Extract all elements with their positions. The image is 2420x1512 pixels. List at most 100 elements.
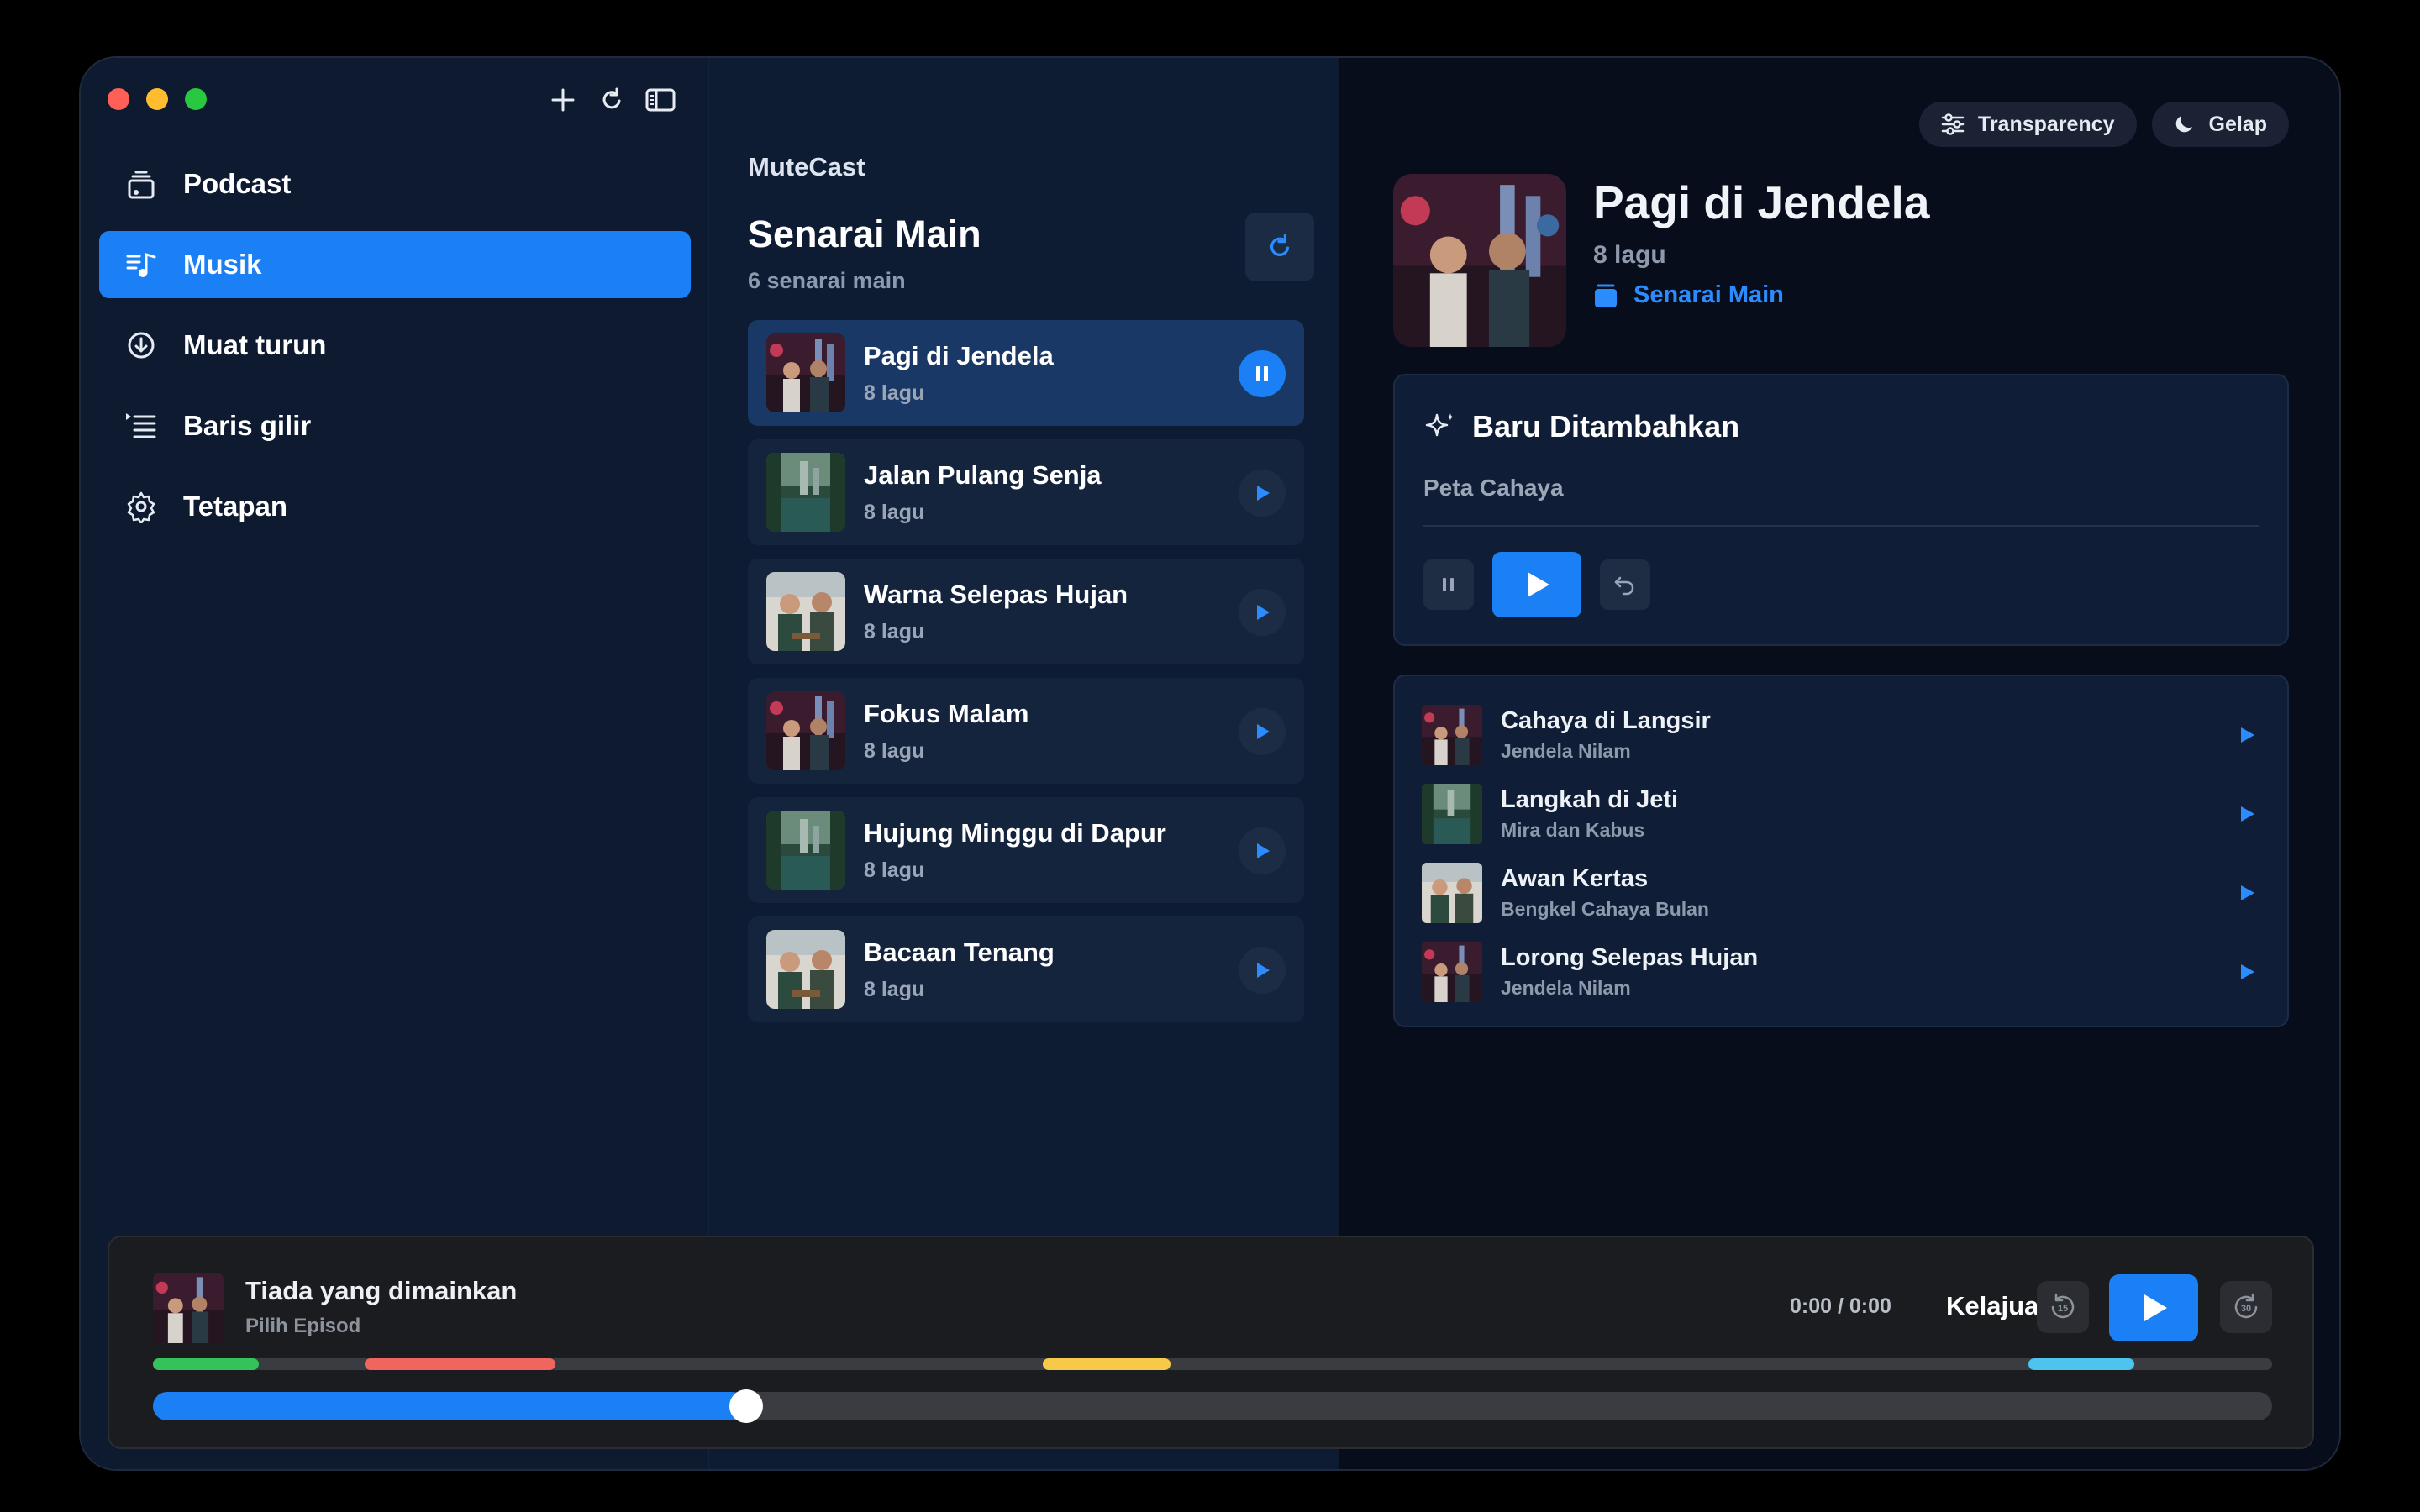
- sliders-icon: [1941, 113, 1965, 135]
- skip-forward-30-icon: 30: [2234, 1293, 2258, 1319]
- refresh-button[interactable]: [1245, 213, 1314, 281]
- track-artwork: [1422, 705, 1482, 765]
- theme-label: Gelap: [2208, 112, 2267, 136]
- download-icon: [123, 327, 160, 364]
- play-button[interactable]: [1239, 589, 1286, 636]
- play-icon: [2241, 727, 2254, 743]
- plus-icon: [551, 88, 575, 112]
- sidebar-item-musik[interactable]: Musik: [99, 231, 691, 298]
- playlist-name: Bacaan Tenang: [864, 937, 1055, 967]
- play-button[interactable]: [1239, 470, 1286, 517]
- play-track-button[interactable]: [2233, 879, 2260, 906]
- playlist-song-count: 8 lagu: [1593, 241, 1666, 269]
- chapter-markers[interactable]: [153, 1358, 2272, 1370]
- sidebar-item-muat-turun[interactable]: Muat turun: [99, 312, 691, 379]
- track-artist: Mira dan Kabus: [1501, 819, 1645, 841]
- play-icon: [2241, 964, 2254, 979]
- chapter-segment[interactable]: [365, 1358, 556, 1370]
- skip-forward-seconds: 30: [2241, 1304, 2251, 1314]
- sidebar-toolbar: [546, 83, 677, 117]
- refresh-icon: [602, 87, 621, 109]
- sidebar-icon: [645, 88, 676, 112]
- reload-button[interactable]: [595, 83, 629, 117]
- pause-icon: [1443, 578, 1454, 591]
- track-row[interactable]: Lorong Selepas Hujan Jendela Nilam: [1422, 938, 2260, 1005]
- queue-icon: [123, 407, 160, 444]
- track-name: Langkah di Jeti: [1501, 786, 1679, 813]
- chapter-segment[interactable]: [153, 1358, 260, 1370]
- minimize-window-button[interactable]: [146, 88, 168, 110]
- playlist-item[interactable]: Warna Selepas Hujan 8 lagu: [748, 559, 1304, 664]
- play-track-button[interactable]: [2233, 722, 2260, 748]
- sidebar-item-podcast[interactable]: Podcast: [99, 150, 691, 218]
- transparency-label: Transparency: [1977, 112, 2115, 136]
- track-row[interactable]: Langkah di Jeti Mira dan Kabus: [1422, 780, 2260, 848]
- pause-button[interactable]: [1423, 559, 1474, 610]
- playlist-song-count: 8 lagu: [864, 977, 925, 1001]
- zoom-window-button[interactable]: [185, 88, 207, 110]
- play-button[interactable]: [1239, 708, 1286, 755]
- playlist-item[interactable]: Fokus Malam 8 lagu: [748, 678, 1304, 784]
- sidebar-item-label: Podcast: [183, 168, 292, 199]
- playlist-item[interactable]: Bacaan Tenang 8 lagu: [748, 916, 1304, 1022]
- playlist-list: Pagi di Jendela 8 lagu Jalan Pulang Senj…: [748, 320, 1304, 1036]
- play-button[interactable]: [1492, 552, 1581, 617]
- theme-button[interactable]: Gelap: [2151, 102, 2289, 147]
- sidebar-item-tetapan[interactable]: Tetapan: [99, 473, 691, 540]
- add-button[interactable]: [546, 83, 580, 117]
- playlist-artwork: [766, 453, 845, 532]
- podcast-icon: [123, 165, 160, 202]
- skip-back-button[interactable]: 15: [2037, 1281, 2089, 1333]
- close-window-button[interactable]: [108, 88, 129, 110]
- moon-icon: [2175, 116, 2192, 133]
- recently-added-track: Peta Cahaya: [1423, 475, 1564, 501]
- playlist-cover: [1393, 174, 1566, 347]
- sidebar-item-label: Baris gilir: [183, 410, 312, 441]
- play-icon: [1257, 724, 1270, 739]
- app-name: MuteCast: [748, 152, 865, 181]
- playlist-link[interactable]: Senarai Main: [1593, 281, 1784, 309]
- play-track-button[interactable]: [2233, 958, 2260, 985]
- track-artwork: [1422, 942, 1482, 1002]
- track-artwork: [1422, 863, 1482, 923]
- sidebar-item-label: Tetapan: [183, 491, 288, 522]
- play-track-button[interactable]: [2233, 801, 2260, 827]
- progress-handle[interactable]: [729, 1389, 764, 1423]
- play-icon: [2241, 806, 2254, 822]
- chapter-segment[interactable]: [1043, 1358, 1171, 1370]
- track-list: Cahaya di Langsir Jendela Nilam Langkah …: [1393, 675, 2289, 1027]
- track-row[interactable]: Awan Kertas Bengkel Cahaya Bulan: [1422, 859, 2260, 927]
- music-icon: [123, 246, 160, 283]
- track-name: Awan Kertas: [1501, 865, 1649, 892]
- playlist-item[interactable]: Jalan Pulang Senja 8 lagu: [748, 439, 1304, 545]
- recently-added-controls: [1423, 552, 1650, 617]
- playlist-item[interactable]: Pagi di Jendela 8 lagu: [748, 320, 1304, 426]
- pause-button[interactable]: [1239, 350, 1286, 397]
- playlist-name: Warna Selepas Hujan: [864, 579, 1128, 609]
- play-button[interactable]: [1239, 947, 1286, 994]
- skip-forward-button[interactable]: 30: [2220, 1281, 2272, 1333]
- playlist-name: Pagi di Jendela: [864, 340, 1054, 370]
- play-button[interactable]: [1239, 827, 1286, 874]
- recently-added-header: Baru Ditambahkan: [1423, 409, 1739, 444]
- playlist-title: Pagi di Jendela: [1593, 176, 1930, 228]
- play-button[interactable]: [2109, 1274, 2198, 1341]
- playlist-name: Hujung Minggu di Dapur: [864, 817, 1166, 848]
- recently-added-card: Baru Ditambahkan Peta Cahaya: [1393, 374, 2289, 646]
- track-artwork: [1422, 784, 1482, 844]
- toggle-sidebar-button[interactable]: [644, 83, 677, 117]
- play-icon: [1257, 963, 1270, 978]
- progress-bar[interactable]: [153, 1389, 2272, 1423]
- refresh-icon: [1270, 234, 1290, 256]
- recently-added-title: Baru Ditambahkan: [1472, 409, 1740, 444]
- transparency-button[interactable]: Transparency: [1918, 102, 2137, 147]
- playlist-item[interactable]: Hujung Minggu di Dapur 8 lagu: [748, 797, 1304, 903]
- app-window: Podcast Musik Muat turun Baris gilir Tet…: [79, 56, 2341, 1471]
- chapter-segment[interactable]: [2028, 1358, 2135, 1370]
- restart-button[interactable]: [1600, 559, 1650, 610]
- playback-time: 0:00 / 0:00: [1790, 1294, 1891, 1318]
- playlist-artwork: [766, 572, 845, 651]
- sidebar-item-baris-gilir[interactable]: Baris gilir: [99, 392, 691, 459]
- play-icon: [1528, 572, 1549, 597]
- track-row[interactable]: Cahaya di Langsir Jendela Nilam: [1422, 701, 2260, 769]
